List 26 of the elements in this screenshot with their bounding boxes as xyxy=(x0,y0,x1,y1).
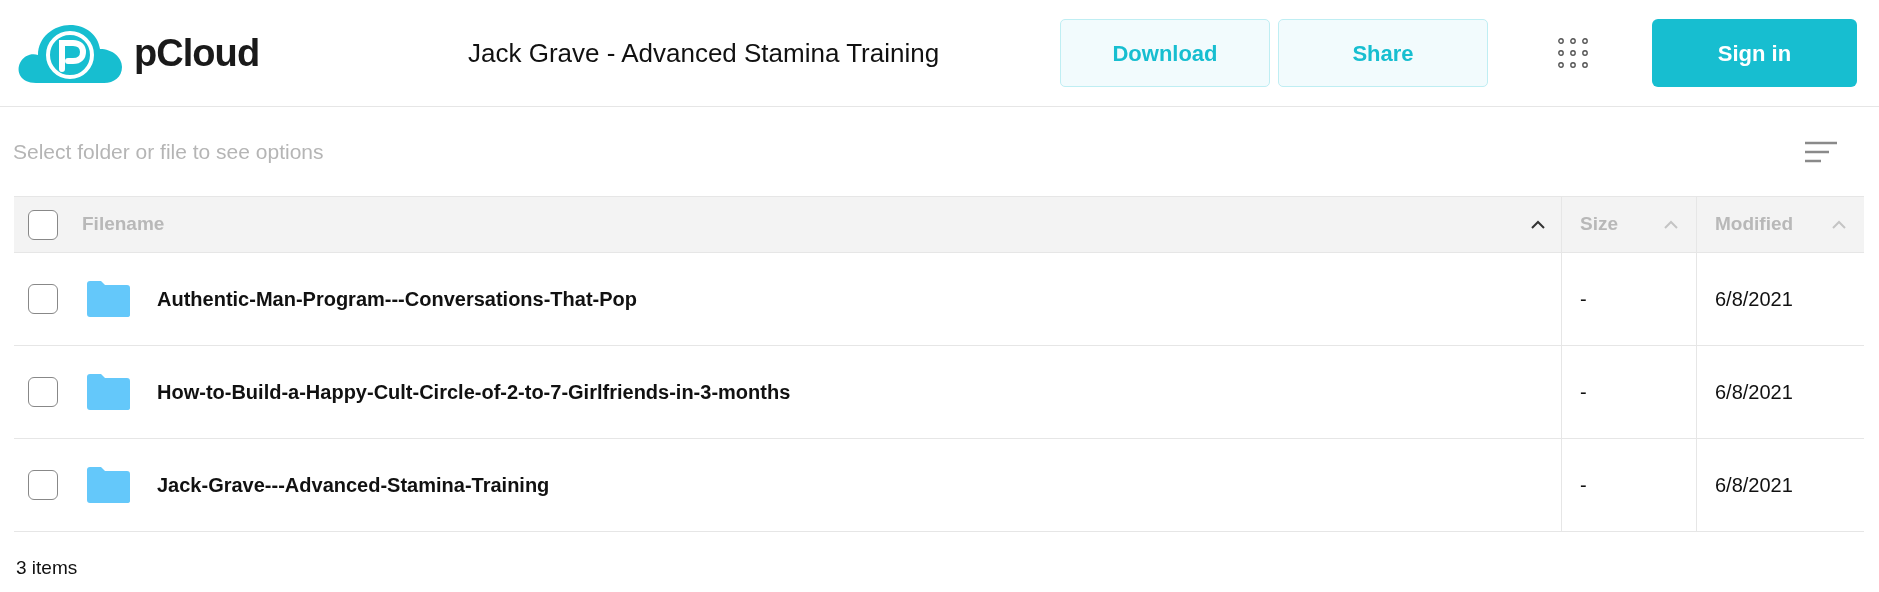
checkbox[interactable] xyxy=(28,284,58,314)
logo-text: pCloud xyxy=(134,30,260,76)
sort-icon[interactable] xyxy=(1804,140,1838,163)
folder-name[interactable]: How-to-Build-a-Happy-Cult-Circle-of-2-to-7-Girlfriends-in-3-months xyxy=(157,377,791,407)
file-row[interactable]: Authentic-Man-Program---Conversations-That-Pop - 6/8/2021 xyxy=(14,253,1864,346)
checkbox[interactable] xyxy=(28,470,58,500)
folder-name[interactable]: Jack-Grave---Advanced-Stamina-Training xyxy=(157,470,550,500)
date-cell-text: 6/8/2021 xyxy=(1715,473,1793,498)
folder-icon xyxy=(85,280,131,318)
size-cell-text: - xyxy=(1580,380,1587,405)
folder-name[interactable]: Authentic-Man-Program---Conversations-That-Pop xyxy=(157,284,637,314)
selection-hint: Select folder or file to see options xyxy=(13,138,324,165)
size-cell-text: - xyxy=(1580,473,1587,498)
file-row[interactable]: Jack-Grave---Advanced-Stamina-Training - 6/8/2021 xyxy=(14,439,1864,532)
file-row[interactable]: How-to-Build-a-Happy-Cult-Circle-of-2-to-7-Girlfriends-in-3-months - 6/8/2021 xyxy=(14,346,1864,439)
checkbox[interactable] xyxy=(28,377,58,407)
folder-icon xyxy=(85,466,131,504)
page-title: Jack Grave - Advanced Stamina Training xyxy=(468,36,940,70)
date-cell-text: 6/8/2021 xyxy=(1715,380,1793,405)
folder-icon xyxy=(85,373,131,411)
date-cell-text: 6/8/2021 xyxy=(1715,287,1793,312)
sort-chevron-icon[interactable] xyxy=(1531,220,1545,229)
checkbox[interactable] xyxy=(28,209,58,240)
item-count: 3 items xyxy=(16,557,78,578)
apps-grid-icon[interactable] xyxy=(1558,38,1588,68)
size-cell-text: - xyxy=(1580,287,1587,312)
